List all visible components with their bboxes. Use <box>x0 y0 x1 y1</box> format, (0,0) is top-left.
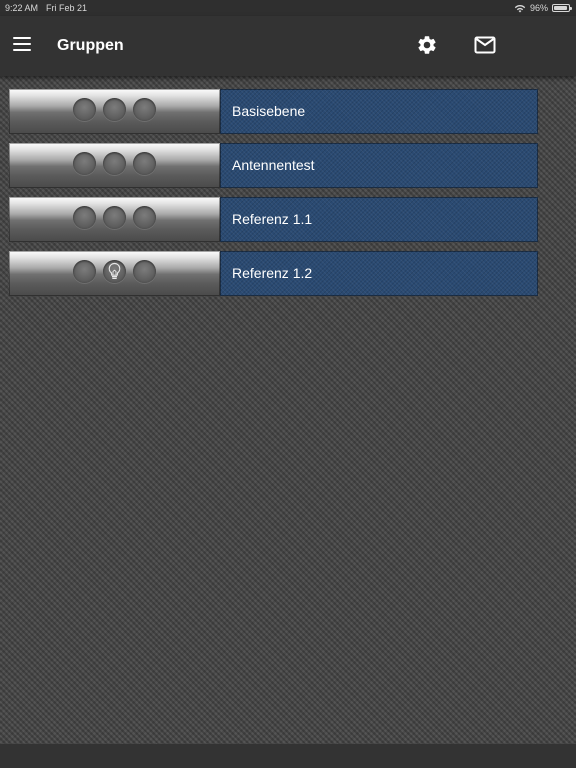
status-lamp-icon <box>73 206 96 229</box>
status-lamp-icon <box>133 206 156 229</box>
page-title: Gruppen <box>57 37 124 54</box>
group-name[interactable]: Referenz 1.2 <box>220 251 538 296</box>
status-date: Fri Feb 21 <box>46 3 88 13</box>
battery-percent: 96% <box>529 3 548 13</box>
group-row[interactable]: Referenz 1.1 <box>9 197 538 242</box>
hamburger-menu-icon[interactable] <box>12 36 32 52</box>
battery-fill <box>554 6 568 10</box>
status-right: 96% <box>514 0 572 16</box>
group-status-panel <box>9 89 220 134</box>
group-status-panel <box>9 197 220 242</box>
status-lamp-icon <box>133 260 156 283</box>
status-lamp-icon <box>73 260 96 283</box>
lightbulb-icon <box>103 260 126 283</box>
status-lamp-icon <box>73 152 96 175</box>
status-time: 9:22 AM <box>5 3 39 13</box>
status-lamp-icon <box>103 152 126 175</box>
group-row[interactable]: Basisebene <box>9 89 538 134</box>
lightbulb-glyph <box>108 262 121 279</box>
envelope-icon[interactable] <box>474 35 496 55</box>
group-row[interactable]: Antennentest <box>9 143 538 188</box>
group-name[interactable]: Basisebene <box>220 89 538 134</box>
status-lamp-icon <box>103 98 126 121</box>
group-status-panel <box>9 143 220 188</box>
group-name[interactable]: Antennentest <box>220 143 538 188</box>
bottom-bar <box>0 744 576 768</box>
status-left: 9:22 AM Fri Feb 21 <box>5 0 87 16</box>
group-status-panel <box>9 251 220 296</box>
group-row[interactable]: Referenz 1.2 <box>9 251 538 296</box>
wifi-icon <box>514 4 526 12</box>
app-bar: Gruppen <box>0 16 576 76</box>
group-list: Basisebene Antennentest Referenz 1.1 Ref… <box>9 89 538 305</box>
status-bar: 9:22 AM Fri Feb 21 96% <box>0 0 576 16</box>
status-lamp-icon <box>133 152 156 175</box>
status-lamp-icon <box>73 98 96 121</box>
group-name[interactable]: Referenz 1.1 <box>220 197 538 242</box>
status-lamp-icon <box>103 206 126 229</box>
gear-icon[interactable] <box>416 34 438 56</box>
battery-icon <box>552 4 572 12</box>
status-lamp-icon <box>133 98 156 121</box>
